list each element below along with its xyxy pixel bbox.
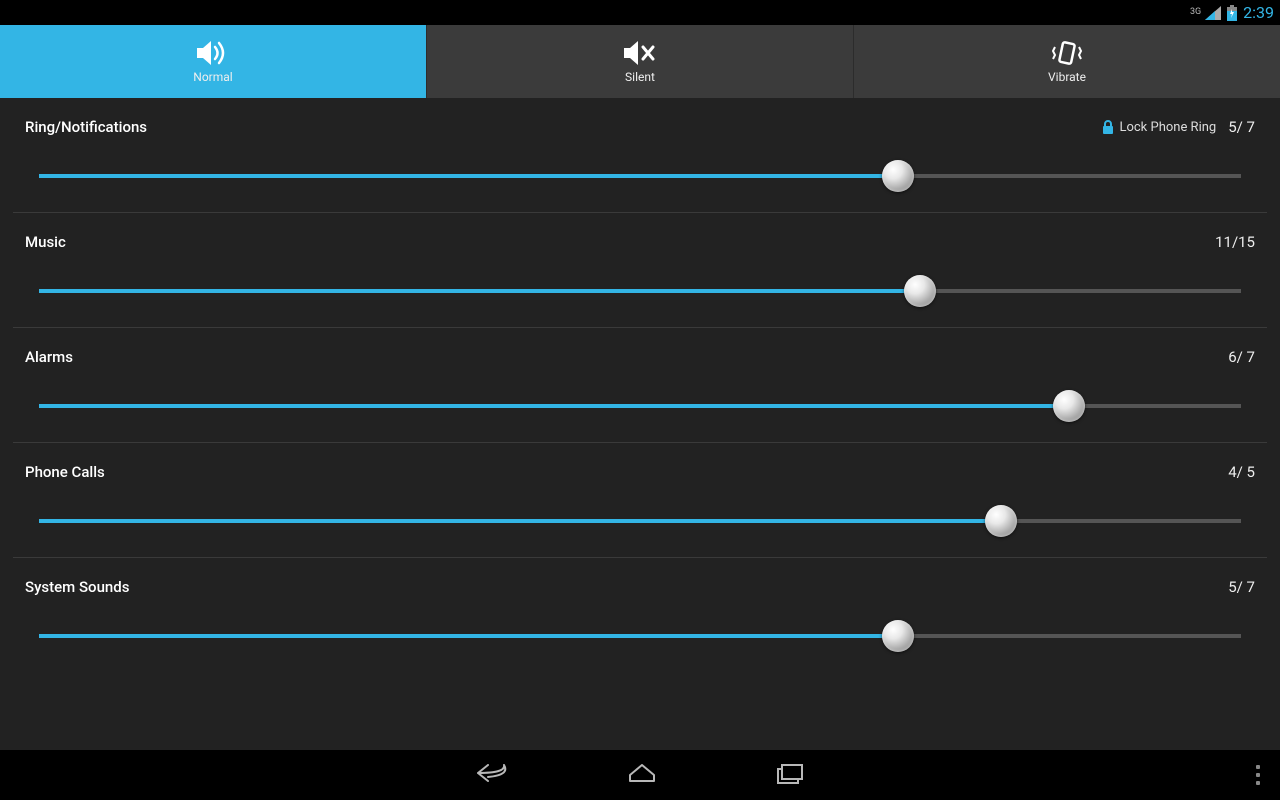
- row-title: Phone Calls: [25, 463, 105, 481]
- row-title: Ring/Notifications: [25, 118, 147, 136]
- row-phone-calls: Phone Calls 4/ 5: [13, 443, 1267, 558]
- lock-phone-ring-label: Lock Phone Ring: [1119, 120, 1216, 135]
- lock-icon: [1101, 119, 1115, 135]
- slider-fill: [39, 289, 920, 293]
- battery-charging-icon: [1227, 5, 1237, 21]
- slider-fill: [39, 404, 1069, 408]
- home-button[interactable]: [622, 759, 662, 791]
- slider-system-sounds[interactable]: [39, 620, 1241, 652]
- back-button[interactable]: [472, 759, 512, 791]
- tab-silent[interactable]: Silent: [427, 25, 854, 98]
- slider-phone-calls[interactable]: [39, 505, 1241, 537]
- slider-thumb[interactable]: [882, 620, 914, 652]
- vibrate-icon: [1047, 39, 1087, 67]
- slider-fill: [39, 519, 1001, 523]
- recent-apps-button[interactable]: [772, 759, 808, 791]
- row-value: 4/ 5: [1228, 463, 1255, 481]
- tab-vibrate-label: Vibrate: [1048, 70, 1086, 84]
- status-bar: 3G 2:39: [0, 0, 1280, 25]
- speaker-icon: [193, 39, 233, 67]
- speaker-mute-icon: [620, 39, 660, 67]
- slider-thumb[interactable]: [985, 505, 1017, 537]
- row-title: System Sounds: [25, 578, 129, 596]
- status-time: 2:39: [1243, 3, 1274, 22]
- tab-normal-label: Normal: [193, 70, 232, 84]
- sound-mode-tabs: Normal Silent Vibrate: [0, 25, 1280, 98]
- slider-thumb[interactable]: [882, 160, 914, 192]
- slider-alarms[interactable]: [39, 390, 1241, 422]
- overflow-menu-button[interactable]: [1256, 765, 1260, 785]
- slider-thumb[interactable]: [1053, 390, 1085, 422]
- row-alarms: Alarms 6/ 7: [13, 328, 1267, 443]
- row-value: 11/15: [1215, 233, 1255, 251]
- row-music: Music 11/15: [13, 213, 1267, 328]
- row-value: 5/ 7: [1228, 578, 1255, 596]
- row-ring-notifications: Ring/Notifications Lock Phone Ring 5/ 7: [13, 98, 1267, 213]
- slider-ring[interactable]: [39, 160, 1241, 192]
- signal-icon: [1205, 6, 1221, 20]
- row-value: 5/ 7: [1228, 118, 1255, 136]
- volume-settings-panel: Ring/Notifications Lock Phone Ring 5/ 7: [0, 98, 1280, 750]
- lock-phone-ring-toggle[interactable]: Lock Phone Ring: [1101, 119, 1216, 135]
- slider-fill: [39, 174, 898, 178]
- tab-vibrate[interactable]: Vibrate: [854, 25, 1280, 98]
- row-value: 6/ 7: [1228, 348, 1255, 366]
- navigation-bar: [0, 750, 1280, 800]
- tab-silent-label: Silent: [625, 70, 655, 84]
- slider-music[interactable]: [39, 275, 1241, 307]
- row-title: Music: [25, 233, 66, 251]
- network-type-label: 3G: [1190, 8, 1201, 17]
- slider-fill: [39, 634, 898, 638]
- slider-thumb[interactable]: [904, 275, 936, 307]
- row-title: Alarms: [25, 348, 73, 366]
- tab-normal[interactable]: Normal: [0, 25, 427, 98]
- row-system-sounds: System Sounds 5/ 7: [13, 558, 1267, 672]
